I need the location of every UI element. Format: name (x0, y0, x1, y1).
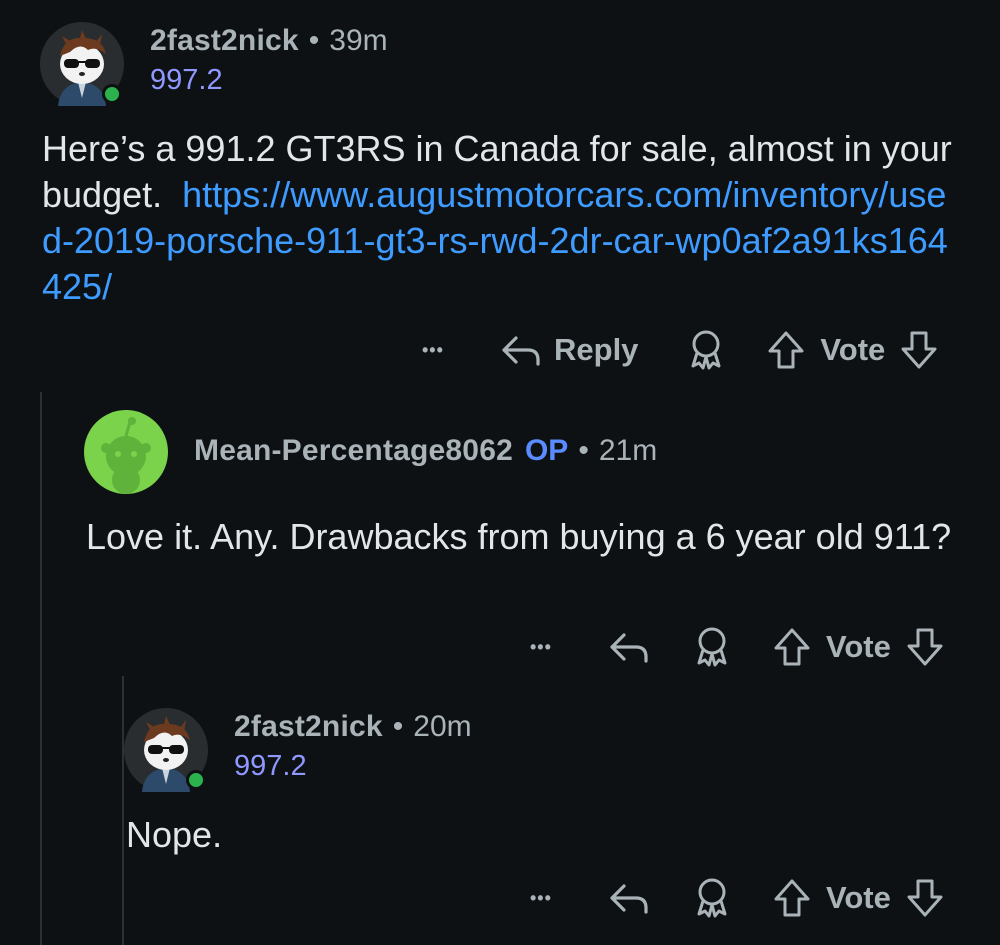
reply-arrow-icon (502, 336, 540, 366)
avatar[interactable] (40, 22, 124, 106)
downvote-button[interactable] (905, 626, 945, 668)
comment-actions: ••• Reply Vote (422, 325, 939, 375)
username[interactable]: Mean-Percentage8062 (194, 434, 513, 468)
award-button[interactable] (692, 625, 732, 669)
vote-count: Vote (820, 332, 886, 367)
snoo-avatar-icon (84, 410, 168, 494)
comment-link[interactable]: https://www.augustmotorcars.com/inventor… (42, 174, 948, 307)
downvote-arrow-icon (901, 331, 937, 369)
thread-line-level-1[interactable] (40, 392, 42, 945)
award-button[interactable] (686, 328, 726, 372)
comment-meta: 2fast2nick • 20m (234, 710, 472, 744)
upvote-arrow-icon (774, 628, 810, 666)
award-icon (697, 878, 727, 918)
vote-count: Vote (826, 880, 891, 915)
comment-time: 39m (329, 24, 388, 57)
comment-meta: Mean-Percentage8062 OP • 21m (194, 434, 657, 468)
more-horizontal-icon: ••• (422, 339, 444, 360)
online-status-dot (102, 84, 122, 104)
reply-arrow-icon (610, 633, 648, 663)
reply-button[interactable]: Reply (500, 330, 638, 370)
meta-separator: • (308, 24, 320, 57)
user-flair: 997.2 (150, 64, 223, 96)
username[interactable]: 2fast2nick (150, 24, 299, 58)
reply-button[interactable] (608, 878, 652, 918)
comment-actions: ••• Vote (530, 622, 945, 672)
reply-arrow-icon (610, 884, 648, 914)
meta-separator: • (392, 710, 404, 743)
comment-body: Here’s a 991.2 GT3RS in Canada for sale,… (42, 126, 962, 310)
vote-count: Vote (826, 629, 891, 664)
more-horizontal-icon: ••• (530, 887, 552, 908)
upvote-button[interactable] (766, 329, 806, 371)
more-options-button[interactable]: ••• (530, 637, 570, 658)
username[interactable]: 2fast2nick (234, 710, 383, 744)
downvote-arrow-icon (907, 628, 943, 666)
downvote-button[interactable] (899, 329, 939, 371)
award-icon (691, 330, 721, 370)
more-options-button[interactable]: ••• (530, 888, 570, 909)
reply-label: Reply (554, 332, 639, 367)
comment-body: Love it. Any. Drawbacks from buying a 6 … (86, 516, 952, 557)
upvote-button[interactable] (772, 626, 812, 668)
online-status-dot (186, 770, 206, 790)
comment-time: 21m (598, 434, 658, 467)
downvote-button[interactable] (905, 877, 945, 919)
downvote-arrow-icon (907, 879, 943, 917)
comment-time: 20m (413, 710, 472, 743)
comment-body: Nope. (126, 814, 223, 855)
more-options-button[interactable]: ••• (422, 340, 462, 361)
more-horizontal-icon: ••• (530, 636, 552, 657)
reply-button[interactable] (608, 627, 652, 667)
avatar[interactable] (84, 410, 168, 494)
meta-separator: • (578, 434, 589, 467)
comment-actions: ••• Vote (530, 873, 945, 923)
comment-meta: 2fast2nick • 39m (150, 24, 388, 58)
upvote-arrow-icon (774, 879, 810, 917)
avatar[interactable] (124, 708, 208, 792)
user-flair: 997.2 (234, 750, 307, 782)
upvote-button[interactable] (772, 877, 812, 919)
award-button[interactable] (692, 876, 732, 920)
upvote-arrow-icon (768, 331, 804, 369)
op-badge: OP (524, 434, 569, 467)
award-icon (697, 627, 727, 667)
